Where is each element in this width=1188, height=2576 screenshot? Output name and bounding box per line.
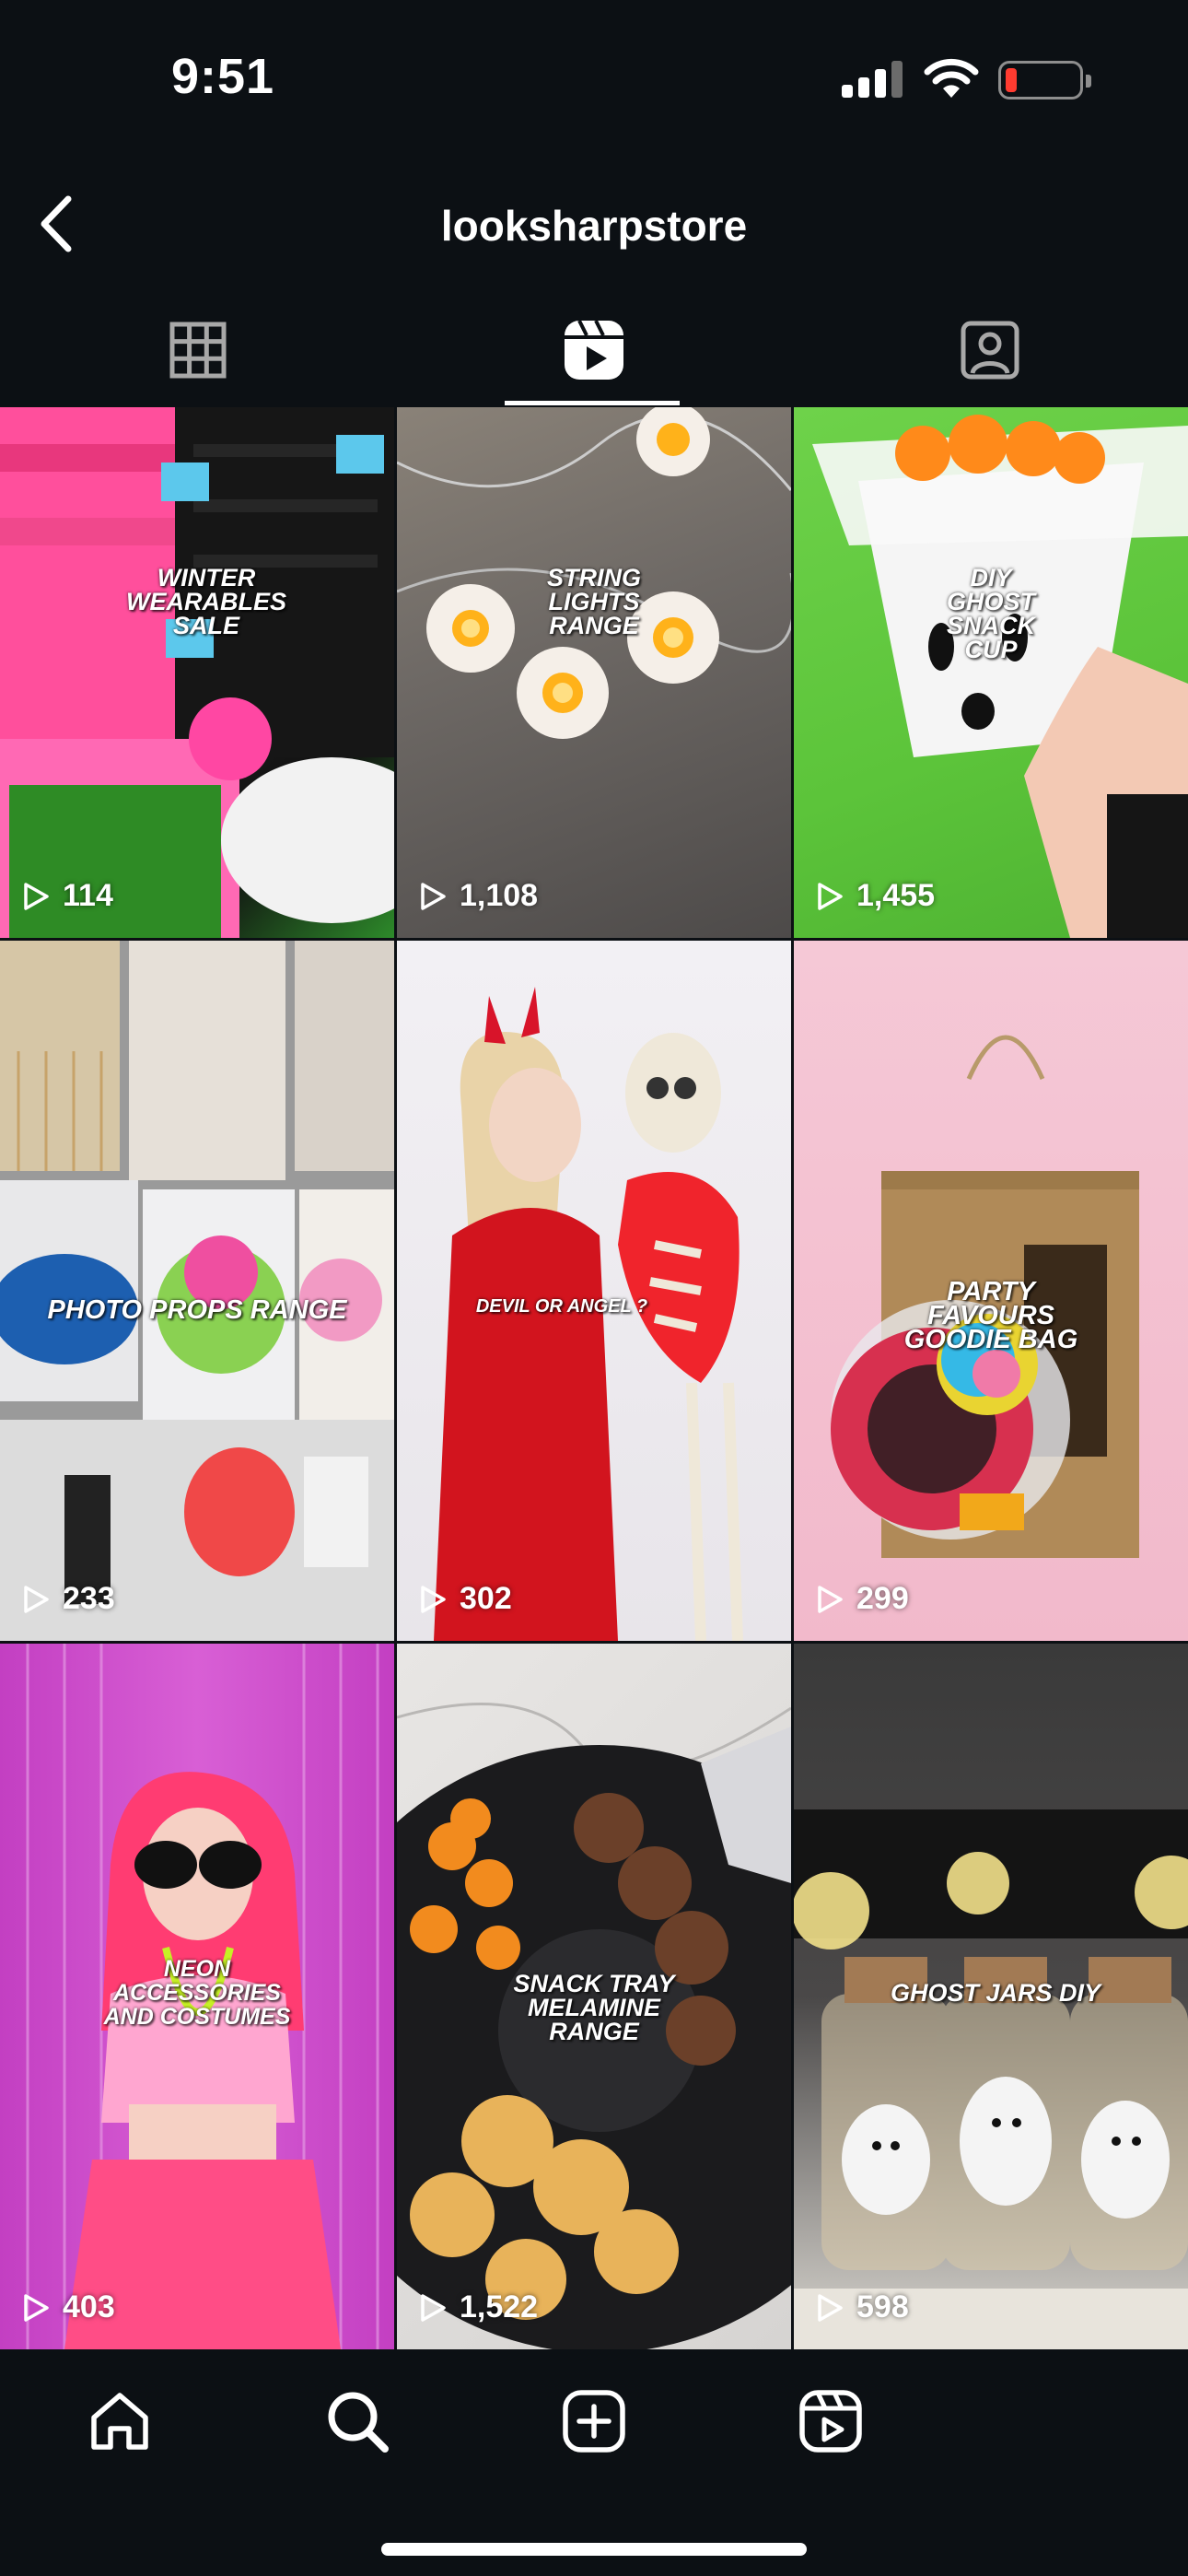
view-count: 598 [816,2289,909,2325]
reel-thumbnail[interactable]: PARTY FAVOURS GOODIE BAG 299 [794,941,1188,1641]
reel-thumbnail[interactable]: SNACK TRAY MELAMINE RANGE 1,522 [397,1644,791,2349]
view-count-value: 1,108 [460,878,539,913]
profile-header: looksharpstore [0,157,1188,295]
profile-tabs [0,295,1188,405]
search-icon [328,2392,389,2453]
play-icon [421,2293,446,2322]
wifi-icon [924,58,979,98]
tab-tagged[interactable] [792,295,1188,405]
view-count-value: 302 [460,1581,512,1616]
play-icon [24,882,49,910]
thumbnail-image [434,987,743,1641]
view-count-value: 1,455 [856,878,936,913]
thumbnail-image [0,407,394,938]
view-count-value: 1,522 [460,2289,539,2324]
view-count: 1,455 [816,878,935,914]
reel-thumbnail[interactable]: NEON ACCESSORIES AND COSTUMES 403 [0,1644,394,2349]
reel-thumbnail[interactable]: DEVIL OR ANGEL ? 302 [397,941,791,1641]
nav-search[interactable] [319,2383,396,2460]
view-count-value: 598 [856,2289,909,2324]
play-icon [24,1585,49,1613]
tagged-icon [961,321,1019,380]
thumbnail-image [0,941,394,1641]
view-count: 299 [816,1581,909,1617]
play-icon [24,2293,49,2322]
reel-thumbnail[interactable]: STRING LIGHTS RANGE 1,108 [397,407,791,938]
reels-grid: WINTER WEARABLES SALE 114 STRING LIGHTS … [0,407,1188,2349]
reels-icon [565,320,623,380]
nav-reels[interactable] [792,2383,869,2460]
view-count: 233 [22,1581,115,1617]
reel-caption: PARTY FAVOURS GOODIE BAG [903,1277,1078,1354]
plus-square-icon [563,2390,625,2453]
reel-thumbnail[interactable]: PHOTO PROPS RANGE 233 [0,941,394,1641]
view-count-value: 114 [63,878,113,913]
tab-posts[interactable] [0,295,396,405]
play-icon [818,882,843,910]
reel-caption: NEON ACCESSORIES AND COSTUMES [103,1956,291,2030]
reels-icon [799,2390,862,2453]
reel-caption: PHOTO PROPS RANGE [47,1295,347,1325]
grid-icon [169,322,227,379]
reel-thumbnail[interactable]: DIY GHOST SNACK CUP 1,455 [794,407,1188,938]
reel-caption: GHOST JARS DIY [890,1979,1101,2007]
status-time: 9:51 [171,49,275,104]
view-count: 1,108 [419,878,538,914]
reel-thumbnail[interactable]: WINTER WEARABLES SALE 114 [0,407,394,938]
cellular-signal-icon [842,61,903,98]
play-icon [818,1585,843,1613]
battery-icon [998,61,1091,100]
play-icon [818,2293,843,2322]
home-indicator[interactable] [381,2543,807,2556]
nav-home[interactable] [81,2383,158,2460]
view-count: 403 [22,2289,115,2325]
reel-caption: STRING LIGHTS RANGE [546,564,641,639]
view-count-value: 403 [63,2289,115,2324]
tab-reels[interactable] [396,295,792,405]
status-bar: 9:51 [0,0,1188,157]
reel-caption: DIY GHOST SNACK CUP [946,564,1035,663]
play-icon [421,1585,446,1613]
play-icon [421,882,446,910]
home-icon [91,2393,148,2450]
thumbnail-image [397,407,791,739]
reel-caption: WINTER WEARABLES SALE [126,564,286,639]
thumbnail-image [812,415,1188,938]
view-count: 302 [419,1581,512,1617]
view-count: 114 [22,878,113,914]
view-count: 1,522 [419,2289,538,2325]
nav-create[interactable] [555,2383,633,2460]
page-title: looksharpstore [440,202,748,250]
reel-thumbnail[interactable]: GHOST JARS DIY 598 [794,1644,1188,2349]
view-count-value: 233 [63,1581,115,1616]
view-count-value: 299 [856,1581,909,1616]
reel-caption: SNACK TRAY MELAMINE RANGE [513,1970,675,2045]
reel-caption: DEVIL OR ANGEL ? [475,1296,648,1317]
